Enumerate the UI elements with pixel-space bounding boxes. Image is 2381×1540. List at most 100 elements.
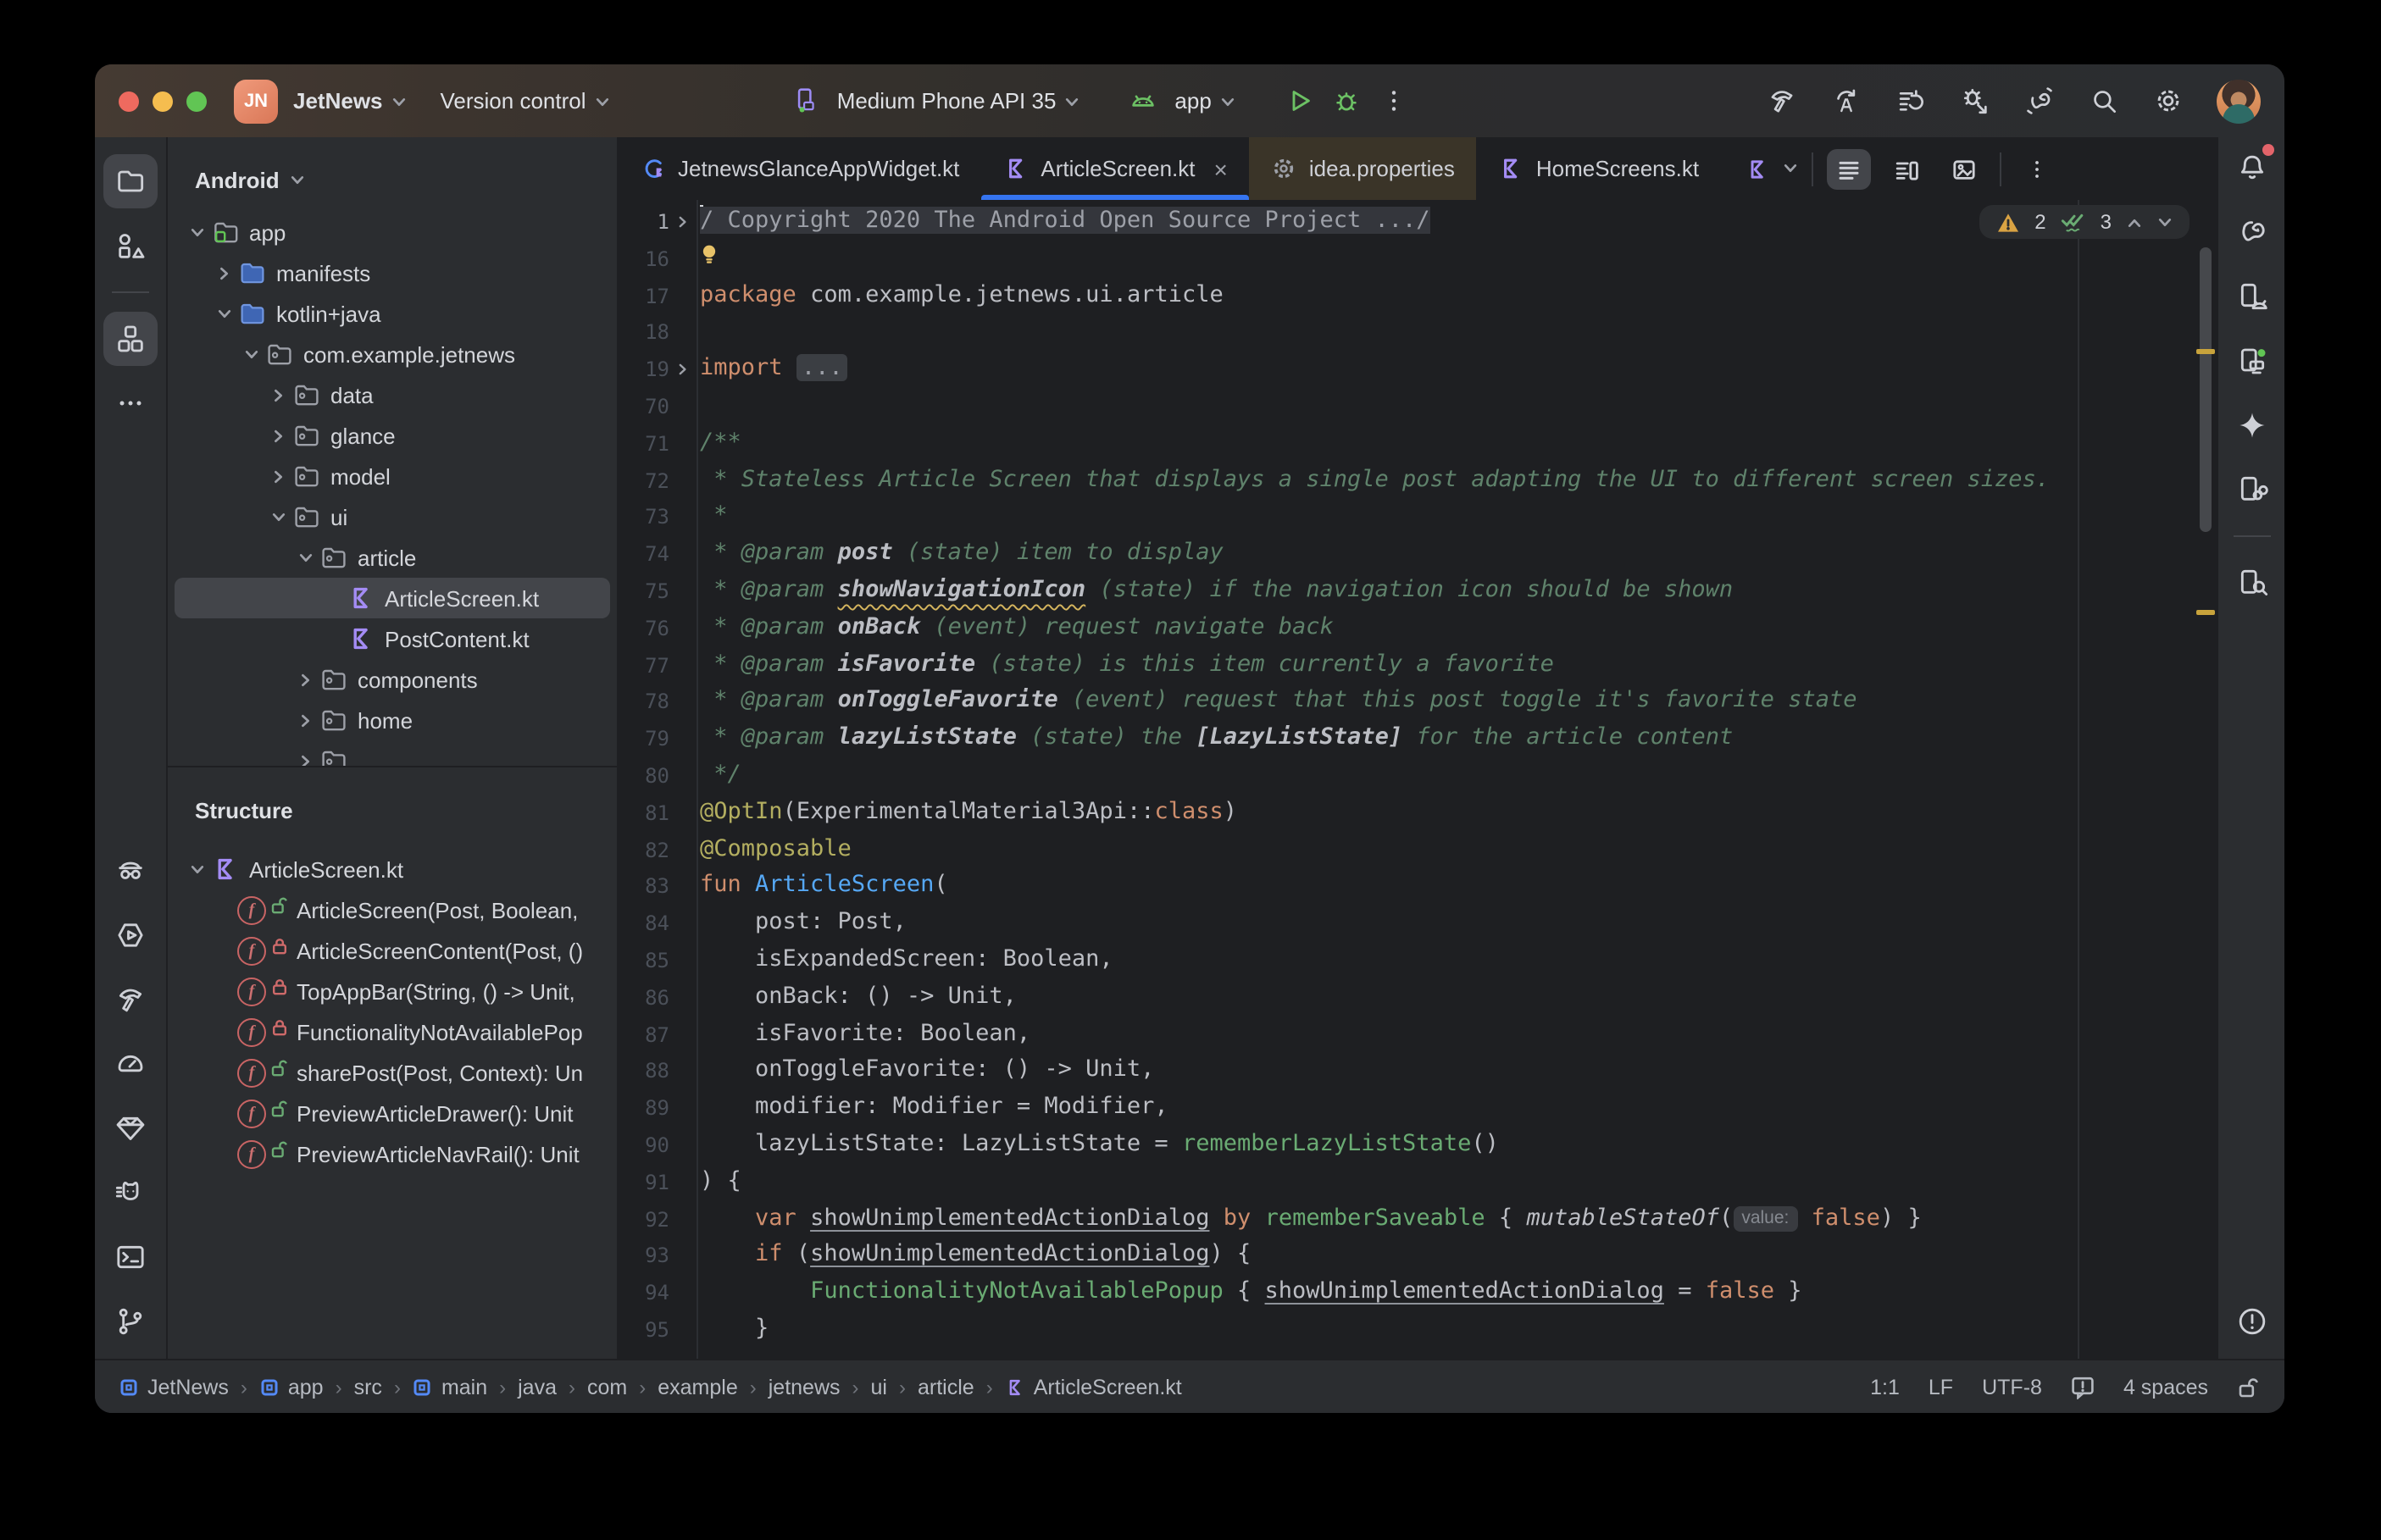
- split-view-button[interactable]: [1884, 148, 1928, 189]
- tree-item-articlescreen-kt[interactable]: ArticleScreen.kt: [168, 578, 617, 618]
- code-line-85[interactable]: 85 isExpandedScreen: Boolean,: [619, 942, 2217, 979]
- code-line-89[interactable]: 89 modifier: Modifier = Modifier,: [619, 1089, 2217, 1127]
- attach-debugger-icon[interactable]: [1959, 85, 1991, 117]
- code-line-79[interactable]: 79 * @param lazyListState (state) the [L…: [619, 720, 2217, 757]
- prev-issue-button[interactable]: [2127, 214, 2142, 230]
- tree-chevron[interactable]: [189, 224, 204, 240]
- tree-chevron[interactable]: [297, 753, 313, 766]
- code-line-18[interactable]: 18: [619, 314, 2217, 352]
- code-editor[interactable]: 1/ Copyright 2020 The Android Open Sourc…: [619, 200, 2217, 1359]
- terminal-icon[interactable]: [103, 1230, 158, 1284]
- breadcrumb-item[interactable]: ui: [871, 1375, 887, 1399]
- resource-manager-icon[interactable]: [103, 219, 158, 273]
- breadcrumb-item[interactable]: ArticleScreen.kt: [1005, 1375, 1182, 1399]
- build-hammer-icon[interactable]: [1766, 85, 1798, 117]
- apply-changes-icon[interactable]: [1830, 85, 1862, 117]
- file-encoding[interactable]: UTF-8: [1982, 1375, 2042, 1399]
- tree-chevron[interactable]: [270, 509, 286, 524]
- breadcrumb-item[interactable]: app: [259, 1375, 324, 1399]
- structure-item[interactable]: fPreviewArticleNavRail(): Unit: [168, 1133, 617, 1174]
- code-line-77[interactable]: 77 * @param isFavorite (state) is this i…: [619, 646, 2217, 684]
- breadcrumb-item[interactable]: example: [658, 1375, 738, 1399]
- run-button[interactable]: [1283, 85, 1315, 117]
- device-manager-icon[interactable]: [2224, 269, 2278, 324]
- structure-item[interactable]: fArticleScreenContent(Post, (): [168, 930, 617, 971]
- running-devices-icon[interactable]: [2224, 334, 2278, 388]
- tree-chevron[interactable]: [297, 550, 313, 565]
- tree-item-com-example-jetnews[interactable]: com.example.jetnews: [168, 334, 617, 374]
- project-folder-icon[interactable]: [103, 154, 158, 208]
- line-ending[interactable]: LF: [1929, 1375, 1953, 1399]
- problems-icon[interactable]: [2224, 1294, 2278, 1349]
- code-line-94[interactable]: 94 FunctionalityNotAvailablePopup { show…: [619, 1274, 2217, 1311]
- structure-item[interactable]: fPreviewArticleDrawer(): Unit: [168, 1093, 617, 1133]
- unlocked-icon[interactable]: [2237, 1375, 2261, 1399]
- code-line-86[interactable]: 86 onBack: () -> Unit,: [619, 978, 2217, 1016]
- editor-tab-homescreens-kt[interactable]: HomeScreens.kt: [1477, 137, 1721, 200]
- close-tab-button[interactable]: ×: [1214, 157, 1228, 180]
- more-horizontal-icon[interactable]: [103, 376, 158, 430]
- code-line-16[interactable]: 16: [619, 241, 2217, 278]
- fold-toggle[interactable]: [669, 351, 697, 388]
- device-mirror-icon[interactable]: [2224, 463, 2278, 517]
- tree-chevron[interactable]: [297, 712, 313, 728]
- code-line-82[interactable]: 82@Composable: [619, 831, 2217, 868]
- structure-item[interactable]: fTopAppBar(String, () -> Unit,: [168, 971, 617, 1011]
- code-line-78[interactable]: 78 * @param onToggleFavorite (event) req…: [619, 684, 2217, 721]
- code-line-95[interactable]: 95 }: [619, 1311, 2217, 1349]
- gradle-elephant-icon[interactable]: [2224, 205, 2278, 259]
- next-issue-button[interactable]: [2157, 214, 2173, 230]
- tree-item-model[interactable]: model: [168, 456, 617, 496]
- code-line-74[interactable]: 74 * @param post (state) item to display: [619, 535, 2217, 573]
- user-avatar[interactable]: [2217, 79, 2261, 123]
- tree-item-manifests[interactable]: manifests: [168, 252, 617, 293]
- code-line-70[interactable]: 70: [619, 388, 2217, 425]
- tree-chevron[interactable]: [270, 428, 286, 443]
- code-line-17[interactable]: 17package com.example.jetnews.ui.article: [619, 277, 2217, 314]
- editor-tab-articlescreen-kt[interactable]: ArticleScreen.kt×: [981, 137, 1249, 200]
- editor-tab-idea-properties[interactable]: idea.properties: [1250, 137, 1477, 200]
- code-line-92[interactable]: 92 var showUnimplementedActionDialog by …: [619, 1200, 2217, 1238]
- code-line-81[interactable]: 81@OptIn(ExperimentalMaterial3Api::class…: [619, 795, 2217, 832]
- editor-scrollbar[interactable]: [2200, 247, 2212, 532]
- tree-item[interactable]: [168, 740, 617, 766]
- settings-gear-icon[interactable]: [2152, 85, 2184, 117]
- code-line-93[interactable]: 93 if (showUnimplementedActionDialog) {: [619, 1238, 2217, 1275]
- debug-button[interactable]: [1330, 85, 1363, 117]
- tree-item-glance[interactable]: glance: [168, 415, 617, 456]
- caret-position[interactable]: 1:1: [1870, 1375, 1900, 1399]
- gemini-sparkle-icon[interactable]: [2224, 398, 2278, 452]
- fold-toggle[interactable]: [669, 203, 697, 241]
- structure-item[interactable]: fFunctionalityNotAvailablePop: [168, 1011, 617, 1052]
- app-inspection-icon[interactable]: [103, 844, 158, 898]
- code-line-83[interactable]: 83fun ArticleScreen(: [619, 868, 2217, 906]
- project-switcher[interactable]: JetNews: [293, 88, 407, 114]
- run-configuration-selector[interactable]: app: [1174, 88, 1235, 114]
- tree-item-home[interactable]: home: [168, 700, 617, 740]
- code-line-80[interactable]: 80 */: [619, 757, 2217, 795]
- structure-item[interactable]: fsharePost(Post, Context): Un: [168, 1052, 617, 1093]
- breadcrumb-item[interactable]: java: [518, 1375, 557, 1399]
- code-line-88[interactable]: 88 onToggleFavorite: () -> Unit,: [619, 1053, 2217, 1090]
- inspection-highlight-icon[interactable]: [2071, 1375, 2095, 1399]
- profiler-gauge-icon[interactable]: [103, 1037, 158, 1091]
- tree-item-postcontent-kt[interactable]: PostContent.kt: [168, 618, 617, 659]
- tree-item-article[interactable]: article: [168, 537, 617, 578]
- code-line-71[interactable]: 71/**: [619, 425, 2217, 463]
- breadcrumb-item[interactable]: JetNews: [119, 1375, 229, 1399]
- breadcrumb-item[interactable]: jetnews: [769, 1375, 841, 1399]
- intention-bulb-icon[interactable]: [700, 242, 719, 268]
- tab-list-dropdown[interactable]: [1782, 161, 1797, 176]
- logcat-cat-icon[interactable]: [103, 1166, 158, 1220]
- app-quality-insights-icon[interactable]: [103, 1101, 158, 1155]
- close-window-button[interactable]: [119, 91, 139, 111]
- structure-item[interactable]: fArticleScreen(Post, Boolean,: [168, 889, 617, 930]
- code-line-87[interactable]: 87 isFavorite: Boolean,: [619, 1016, 2217, 1053]
- design-view-button[interactable]: [1941, 148, 1985, 189]
- tree-chevron[interactable]: [270, 387, 286, 402]
- breadcrumb-item[interactable]: main: [413, 1375, 487, 1399]
- build-hammer-icon[interactable]: [103, 972, 158, 1027]
- structure-item[interactable]: ArticleScreen.kt: [168, 849, 617, 889]
- breadcrumb-item[interactable]: com: [587, 1375, 627, 1399]
- tree-item-kotlin-java[interactable]: kotlin+java: [168, 293, 617, 334]
